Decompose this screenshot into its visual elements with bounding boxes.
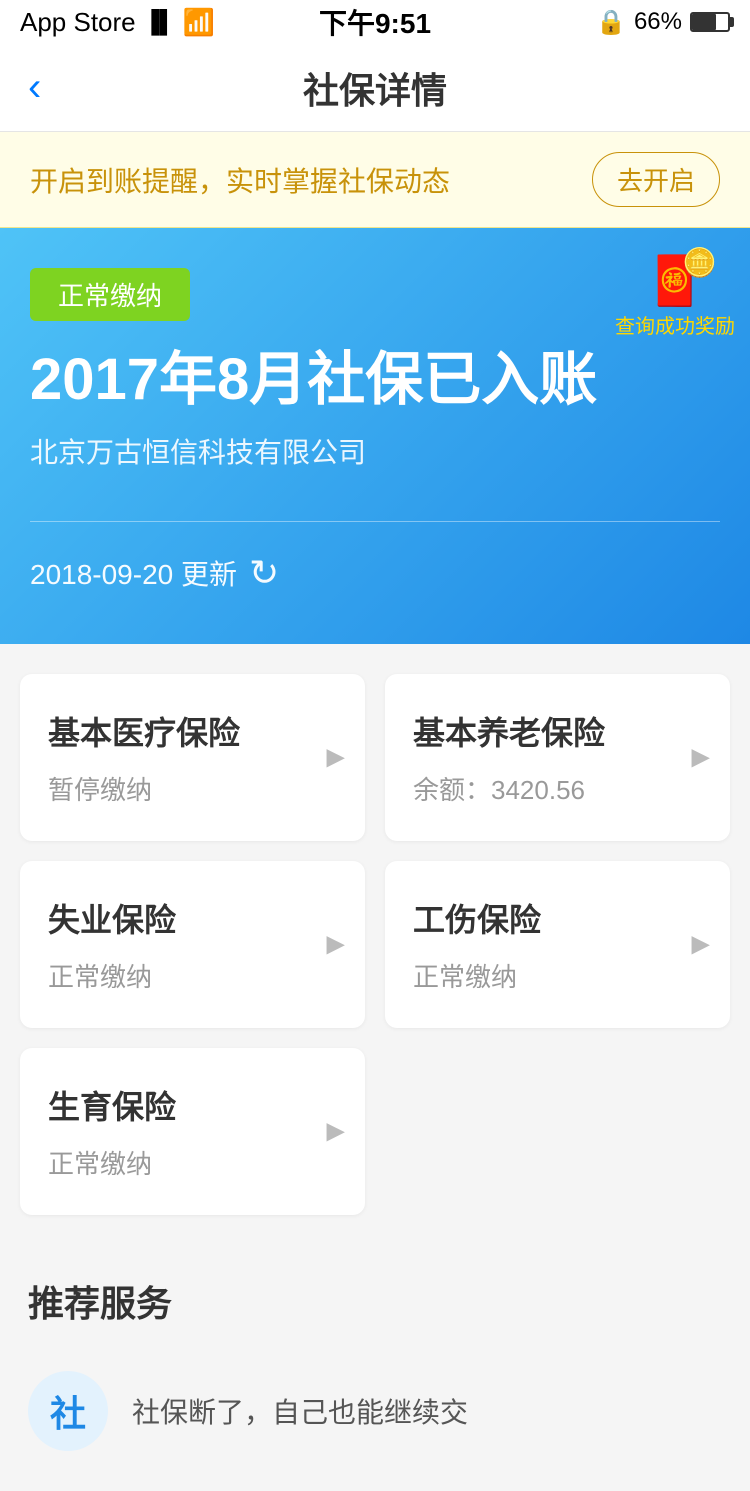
page-title: 社保详情 <box>303 62 447 114</box>
service-label-1: 社保断了，自己也能继续交 <box>132 1391 468 1431</box>
notification-text: 开启到账提醒，实时掌握社保动态 <box>30 160 450 200</box>
reward-badge: 🧧 🪙 查询成功奖励 <box>620 248 730 348</box>
card-pension[interactable]: 基本养老保险 余额：3420.56 ▶ <box>385 674 730 841</box>
card-injury-arrow: ▶ <box>692 930 710 959</box>
card-unemployment-status: 正常缴纳 <box>48 957 337 994</box>
card-unemployment[interactable]: 失业保险 正常缴纳 ▶ <box>20 861 365 1028</box>
service-item-1[interactable]: 社 社保断了，自己也能继续交 <box>28 1351 722 1471</box>
recommended-title: 推荐服务 <box>28 1275 722 1327</box>
hero-title: 2017年8月社保已入账 <box>30 345 720 415</box>
hero-section: 🧧 🪙 查询成功奖励 正常缴纳 2017年8月社保已入账 北京万古恒信科技有限公… <box>0 228 750 644</box>
card-pension-status: 余额：3420.56 <box>413 770 702 807</box>
notification-banner: 开启到账提醒，实时掌握社保动态 去开启 <box>0 132 750 228</box>
card-injury-status: 正常缴纳 <box>413 957 702 994</box>
card-medical-title: 基本医疗保险 <box>48 708 337 754</box>
battery-icon <box>690 12 730 32</box>
cards-row-2: 失业保险 正常缴纳 ▶ 工伤保险 正常缴纳 ▶ <box>20 861 730 1028</box>
hero-subtitle: 北京万古恒信科技有限公司 <box>30 431 720 471</box>
card-pension-arrow: ▶ <box>692 743 710 772</box>
status-time: 下午9:51 <box>319 2 431 42</box>
card-maternity-title: 生育保险 <box>48 1082 337 1128</box>
hero-status-badge: 正常缴纳 <box>30 268 190 321</box>
status-left: App Store ▐▌ 📶 <box>20 7 215 38</box>
status-bar: App Store ▐▌ 📶 下午9:51 🔒 66% <box>0 0 750 44</box>
app-store-label: App Store <box>20 7 136 38</box>
card-medical-status: 暂停缴纳 <box>48 770 337 807</box>
recommended-section: 推荐服务 社 社保断了，自己也能继续交 <box>0 1245 750 1491</box>
nav-bar: ‹ 社保详情 <box>0 44 750 132</box>
card-injury-title: 工伤保险 <box>413 895 702 941</box>
card-medical[interactable]: 基本医疗保险 暂停缴纳 ▶ <box>20 674 365 841</box>
reward-text: 查询成功奖励 <box>615 310 735 339</box>
update-date-text: 2018-09-20 更新 <box>30 553 237 593</box>
cards-section: 基本医疗保险 暂停缴纳 ▶ 基本养老保险 余额：3420.56 ▶ 失业保险 正… <box>0 644 750 1245</box>
card-unemployment-arrow: ▶ <box>327 930 345 959</box>
cards-row-1: 基本医疗保险 暂停缴纳 ▶ 基本养老保险 余额：3420.56 ▶ <box>20 674 730 841</box>
hero-update: 2018-09-20 更新 ↻ <box>30 552 720 594</box>
refresh-icon[interactable]: ↻ <box>249 552 279 594</box>
back-button[interactable]: ‹ <box>28 65 41 110</box>
status-right: 🔒 66% <box>596 8 730 37</box>
card-maternity[interactable]: 生育保险 正常缴纳 ▶ <box>20 1048 365 1215</box>
service-icon-social: 社 <box>28 1371 108 1451</box>
battery-percent: 66% <box>634 8 682 36</box>
card-pension-title: 基本养老保险 <box>413 708 702 754</box>
notification-open-button[interactable]: 去开启 <box>592 152 720 207</box>
card-maternity-status: 正常缴纳 <box>48 1144 337 1181</box>
card-medical-arrow: ▶ <box>327 743 345 772</box>
hero-divider <box>30 521 720 522</box>
cards-row-3: 生育保险 正常缴纳 ▶ <box>20 1048 730 1215</box>
lock-icon: 🔒 <box>596 8 626 37</box>
signal-icon: ▐▌ <box>144 9 175 35</box>
card-injury[interactable]: 工伤保险 正常缴纳 ▶ <box>385 861 730 1028</box>
card-unemployment-title: 失业保险 <box>48 895 337 941</box>
wifi-icon: 📶 <box>183 7 215 38</box>
card-maternity-arrow: ▶ <box>327 1117 345 1146</box>
